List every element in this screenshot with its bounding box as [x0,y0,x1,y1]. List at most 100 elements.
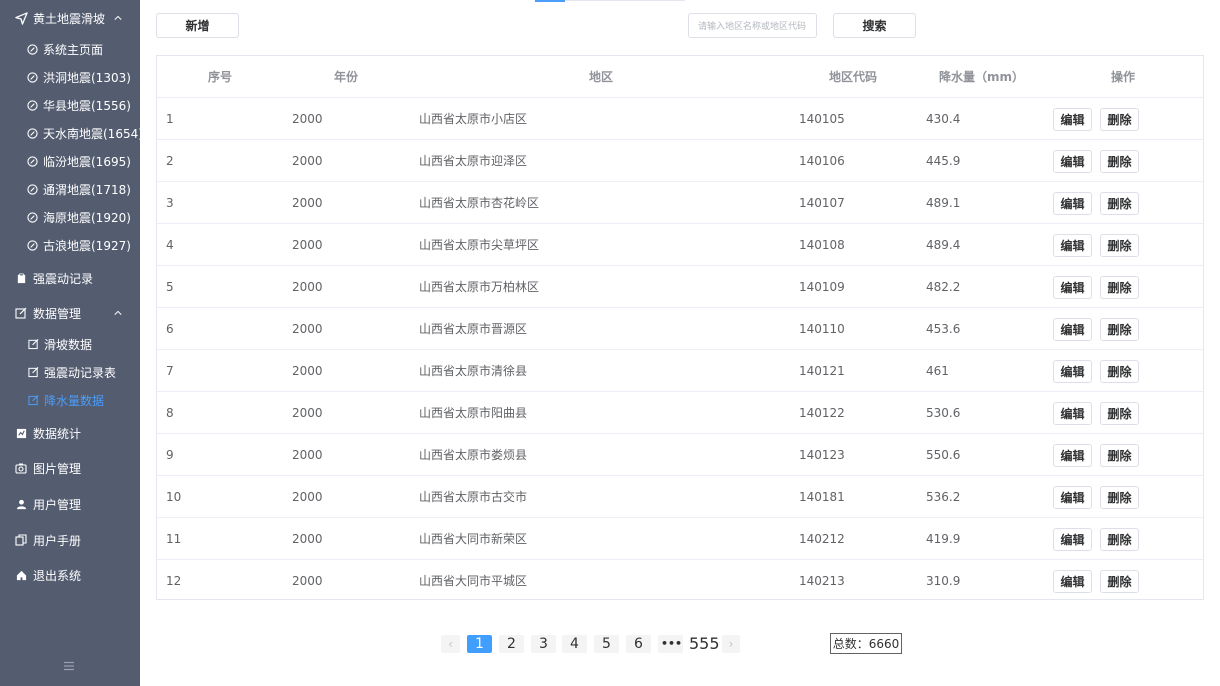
cell-region: 山西省太原市迎泽区 [419,154,528,168]
edit-button[interactable]: 编辑 [1053,276,1092,299]
delete-button[interactable]: 删除 [1100,150,1139,173]
sidebar-item-label: 华县地震(1556) [43,98,131,113]
sidebar-group-1[interactable]: 黄土地震滑坡 [0,9,140,27]
header-year: 年份 [334,70,359,84]
sidebar-group-label: 用户手册 [33,533,82,548]
edit-button[interactable]: 编辑 [1053,570,1092,593]
edit-button[interactable]: 编辑 [1053,486,1092,509]
circle-check-icon [27,126,38,140]
cell-precipitation: 310.9 [926,574,961,588]
edit-button[interactable]: 编辑 [1053,234,1092,257]
delete-button[interactable]: 删除 [1100,570,1139,593]
cell-region: 山西省太原市晋源区 [419,322,528,336]
cell-precipitation: 536.2 [926,490,961,504]
sidebar-group-5[interactable]: 图片管理 [0,459,140,477]
cell-index: 11 [166,532,182,546]
circle-check-icon [27,154,38,168]
more-pages-icon[interactable]: ••• [658,635,683,653]
sidebar-group-3[interactable]: 数据管理 [0,304,140,322]
page-1[interactable]: 1 [467,635,492,653]
cell-region-code: 140109 [799,280,845,294]
sidebar-item-1-1[interactable]: 系统主页面 [0,40,140,58]
delete-button[interactable]: 删除 [1100,108,1139,131]
clipboard-icon [14,271,28,285]
edit-button[interactable]: 编辑 [1053,150,1092,173]
table-row: 2 2000 山西省太原市迎泽区 140106 445.9 编辑 删除 [157,140,1203,182]
delete-button[interactable]: 删除 [1100,486,1139,509]
prev-page-icon[interactable]: ‹ [441,635,460,653]
sidebar-item-1-7[interactable]: 海原地震(1920) [0,208,140,226]
table-row: 8 2000 山西省太原市阳曲县 140122 530.6 编辑 删除 [157,392,1203,434]
edit-button[interactable]: 编辑 [1053,318,1092,341]
cell-region-code: 140181 [799,490,845,504]
sidebar-group-label: 数据管理 [33,306,82,321]
page-2[interactable]: 2 [499,635,524,653]
sidebar-group-7[interactable]: 用户手册 [0,531,140,549]
menu-collapse-icon[interactable] [63,660,77,672]
edit-button[interactable]: 编辑 [1053,360,1092,383]
cell-region-code: 140107 [799,196,845,210]
cell-precipitation: 482.2 [926,280,961,294]
cell-region: 山西省太原市娄烦县 [419,448,528,462]
delete-button[interactable]: 删除 [1100,528,1139,551]
page-last[interactable]: 555 [686,635,720,653]
sidebar-item-1-2[interactable]: 洪洞地震(1303) [0,68,140,86]
page-6[interactable]: 6 [626,635,651,653]
circle-check-icon [27,98,38,112]
sidebar-item-1-4[interactable]: 天水南地震(1654) [0,124,143,142]
search-input[interactable]: 请输入地区名称或地区代码 [688,13,817,38]
delete-button[interactable]: 删除 [1100,318,1139,341]
delete-button[interactable]: 删除 [1100,192,1139,215]
delete-button[interactable]: 删除 [1100,444,1139,467]
sidebar-item-3-1[interactable]: 滑坡数据 [0,335,140,353]
page-5[interactable]: 5 [594,635,619,653]
edit-button[interactable]: 编辑 [1053,192,1092,215]
sidebar-group-6[interactable]: 用户管理 [0,495,140,513]
search-button[interactable]: 搜索 [833,13,916,38]
edit-button[interactable]: 编辑 [1053,108,1092,131]
table-header: 序号 年份 地区 地区代码 降水量（mm） 操作 [157,56,1203,98]
home-icon [14,568,28,582]
delete-button[interactable]: 删除 [1100,234,1139,257]
sidebar-group-label: 黄土地震滑坡 [33,11,106,26]
circle-check-icon [27,238,38,252]
table-row: 11 2000 山西省大同市新荣区 140212 419.9 编辑 删除 [157,518,1203,560]
tab-indicator-track [565,0,685,1]
edit-button[interactable]: 编辑 [1053,444,1092,467]
delete-button[interactable]: 删除 [1100,276,1139,299]
add-button[interactable]: 新增 [156,13,239,38]
cell-index: 2 [166,154,174,168]
edit-button[interactable]: 编辑 [1053,528,1092,551]
cell-region-code: 140110 [799,322,845,336]
sidebar-item-1-3[interactable]: 华县地震(1556) [0,96,140,114]
table-row: 6 2000 山西省太原市晋源区 140110 453.6 编辑 删除 [157,308,1203,350]
cell-year: 2000 [292,406,323,420]
table-row: 1 2000 山西省太原市小店区 140105 430.4 编辑 删除 [157,98,1203,140]
sidebar-group-8[interactable]: 退出系统 [0,566,140,584]
table-row: 9 2000 山西省太原市娄烦县 140123 550.6 编辑 删除 [157,434,1203,476]
cell-year: 2000 [292,322,323,336]
page-3[interactable]: 3 [531,635,556,653]
cell-index: 1 [166,112,174,126]
sidebar-group-4[interactable]: 数据统计 [0,424,140,442]
page-4[interactable]: 4 [562,635,587,653]
sidebar-item-1-5[interactable]: 临汾地震(1695) [0,152,140,170]
edit-button[interactable]: 编辑 [1053,402,1092,425]
circle-check-icon [27,210,38,224]
table-row: 4 2000 山西省太原市尖草坪区 140108 489.4 编辑 删除 [157,224,1203,266]
table-row: 12 2000 山西省大同市平城区 140213 310.9 编辑 删除 [157,560,1203,602]
sidebar-item-1-6[interactable]: 通渭地震(1718) [0,180,140,198]
cell-region: 山西省大同市平城区 [419,574,528,588]
delete-button[interactable]: 删除 [1100,402,1139,425]
sidebar-item-3-3[interactable]: 降水量数据 [0,391,140,409]
sidebar-item-label: 洪洞地震(1303) [43,70,131,85]
send-icon [14,11,28,25]
sidebar-item-3-2[interactable]: 强震动记录表 [0,363,140,381]
next-page-icon[interactable]: › [722,635,740,653]
sidebar-item-label: 临汾地震(1695) [43,154,131,169]
sidebar-item-1-8[interactable]: 古浪地震(1927) [0,236,140,254]
cell-region: 山西省太原市清徐县 [419,364,528,378]
delete-button[interactable]: 删除 [1100,360,1139,383]
sidebar-group-2[interactable]: 强震动记录 [0,269,140,287]
data-table: 序号 年份 地区 地区代码 降水量（mm） 操作 1 2000 山西省太原市小店区 1… [156,55,1204,600]
